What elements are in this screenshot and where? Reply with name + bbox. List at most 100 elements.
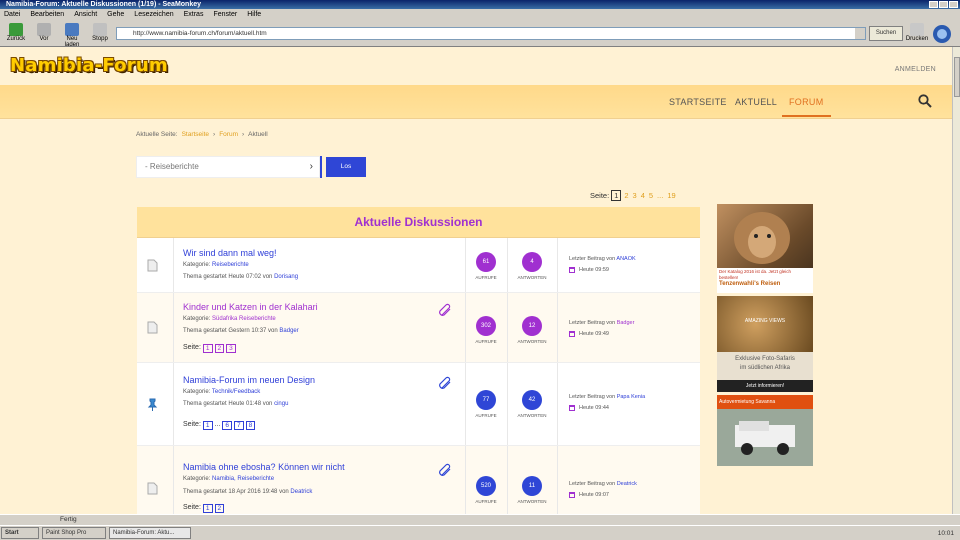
start-button[interactable]: Start [1, 527, 39, 539]
minimize-button[interactable] [929, 1, 938, 8]
document-icon [147, 259, 158, 272]
thread-author[interactable]: Badger [279, 328, 298, 334]
thread-title[interactable]: Namibia-Forum im neuen Design [183, 375, 315, 385]
thread-title[interactable]: Namibia ohne ebosha? Können wir nicht [183, 462, 345, 472]
maximize-button[interactable] [939, 1, 948, 8]
menu-bookmarks[interactable]: Lesezeichen [134, 9, 173, 21]
breadcrumb-forum[interactable]: Forum [219, 131, 238, 138]
last-post-time: Heute 09:49 [579, 331, 609, 337]
back-arrow-icon [9, 23, 23, 36]
paperclip-icon [439, 303, 451, 316]
page-19[interactable]: 19 [666, 191, 676, 200]
last-post-author[interactable]: Badger [617, 320, 635, 326]
thread-page-link[interactable]: 3 [226, 344, 236, 353]
pin-icon [147, 398, 158, 411]
views-count: 77 [476, 390, 496, 410]
thread-category[interactable]: Reiseberichte [212, 262, 249, 268]
site-header: Namibia-Forum ANMELDEN [0, 47, 952, 85]
stop-icon [93, 23, 107, 36]
search-button[interactable]: Suchen [869, 26, 903, 41]
thread-pages: Seite: 1... 6 7 8 [183, 421, 256, 430]
thread-title[interactable]: Kinder und Katzen in der Kalahari [183, 302, 318, 312]
forward-button[interactable]: Vor [32, 23, 56, 45]
last-post-author[interactable]: ANAOK [616, 256, 635, 262]
thread-page-link[interactable]: 8 [245, 421, 256, 430]
navigation-toolbar: Zurück Vor Neu laden Stopp http://www.na… [0, 21, 960, 48]
close-button[interactable] [949, 1, 958, 8]
page-1[interactable]: 1 [611, 190, 622, 201]
url-input[interactable]: http://www.namibia-forum.ch/forum/aktuel… [116, 27, 866, 40]
print-button[interactable]: Drucken [905, 23, 929, 45]
printer-icon [910, 23, 924, 36]
page-3[interactable]: 3 [632, 191, 638, 200]
page-4[interactable]: 4 [640, 191, 646, 200]
menu-bar: Datei Bearbeiten Ansicht Gehe Lesezeiche… [0, 9, 960, 21]
scrollbar-thumb[interactable] [954, 57, 960, 97]
reload-button[interactable]: Neu laden [60, 23, 84, 48]
replies-count: 4 [522, 252, 542, 272]
thread-category[interactable]: Südafrika Reiseberichte [212, 316, 276, 322]
go-button[interactable]: Los [326, 157, 366, 177]
thread-page-link[interactable]: 1 [202, 421, 213, 430]
ad-banner-tenzenwahli[interactable]: Der Katalog 2016 ist da. Jetzt gleich be… [717, 204, 813, 293]
search-icon[interactable] [918, 94, 932, 108]
category-select[interactable]: - Reiseberichte › [136, 156, 320, 178]
thread-author[interactable]: cingu [274, 401, 288, 407]
thread-page-link[interactable]: 6 [222, 421, 232, 430]
window-title: Namibia-Forum: Aktuelle Diskussionen (1/… [6, 1, 202, 8]
thread-author[interactable]: Dorisang [274, 274, 298, 280]
thread-page-link[interactable]: 1 [202, 504, 213, 513]
menu-view[interactable]: Ansicht [74, 9, 97, 21]
nav-forum[interactable]: FORUM [782, 97, 831, 117]
login-link[interactable]: ANMELDEN [895, 66, 936, 73]
calendar-icon [569, 331, 575, 337]
thread-page-link[interactable]: 1 [202, 344, 213, 353]
nav-startseite[interactable]: STARTSEITE [669, 97, 727, 107]
replies-count: 12 [522, 316, 542, 336]
menu-tools[interactable]: Extras [184, 9, 204, 21]
thread-page-link[interactable]: 7 [234, 421, 244, 430]
ad-banner-amazing-views[interactable]: AMAZING VIEWS Exklusive Foto-Safaris im s… [717, 296, 813, 392]
stop-button[interactable]: Stopp [88, 23, 112, 45]
status-text: Fertig [60, 516, 77, 523]
url-dropdown[interactable] [855, 28, 865, 39]
nav-aktuell[interactable]: AKTUELL [735, 97, 777, 107]
thread-category[interactable]: Namibia, Reiseberichte [212, 476, 274, 482]
last-post-author[interactable]: Papa Kenia [617, 394, 645, 400]
breadcrumb-startseite[interactable]: Startseite [182, 131, 209, 138]
select-divider [320, 156, 322, 178]
seamonkey-logo-icon [933, 25, 951, 43]
ad-column: Der Katalog 2016 ist da. Jetzt gleich be… [717, 204, 813, 466]
thread-author[interactable]: Deatrick [290, 489, 312, 495]
thread-row: Kinder und Katzen in der Kalahari Katego… [137, 293, 700, 363]
board-title: Aktuelle Diskussionen [137, 207, 700, 238]
thread-title[interactable]: Wir sind dann mal weg! [183, 248, 277, 258]
back-button[interactable]: Zurück [4, 23, 28, 45]
thread-page-link[interactable]: 2 [214, 504, 225, 513]
thread-pages: Seite: 1 2 3 [183, 344, 236, 353]
paperclip-icon [439, 463, 451, 476]
task-paint-shop-pro[interactable]: Paint Shop Pro [42, 527, 106, 539]
thread-page-link[interactable]: 2 [214, 344, 225, 353]
site-logo[interactable]: Namibia-Forum [10, 55, 168, 76]
thread-category[interactable]: Technik/Feedback [212, 389, 260, 395]
breadcrumb: Aktuelle Seite: Startseite › Forum › Aktue… [136, 131, 268, 138]
views-count: 61 [476, 252, 496, 272]
menu-go[interactable]: Gehe [107, 9, 124, 21]
page-2[interactable]: 2 [623, 191, 629, 200]
task-browser[interactable]: Namibia-Forum: Aktu... [109, 527, 191, 539]
thread-pages: Seite: 1 2 [183, 504, 225, 513]
last-post-author[interactable]: Deatrick [617, 481, 637, 487]
calendar-icon [569, 267, 575, 273]
taskbar: Start Paint Shop Pro Namibia-Forum: Aktu… [0, 525, 960, 540]
menu-window[interactable]: Fenster [213, 9, 237, 21]
menu-file[interactable]: Datei [4, 9, 20, 21]
menu-help[interactable]: Hilfe [247, 9, 261, 21]
ad-banner-autovermietung[interactable]: Autovermietung Savanna [717, 395, 813, 466]
menu-edit[interactable]: Bearbeiten [30, 9, 64, 21]
pagination: Seite: 1 2 3 4 5 ... 19 [590, 190, 676, 201]
calendar-icon [569, 492, 575, 498]
vertical-scrollbar[interactable] [952, 47, 960, 514]
main-navigation: STARTSEITE AKTUELL FORUM [0, 85, 952, 119]
page-5[interactable]: 5 [648, 191, 654, 200]
